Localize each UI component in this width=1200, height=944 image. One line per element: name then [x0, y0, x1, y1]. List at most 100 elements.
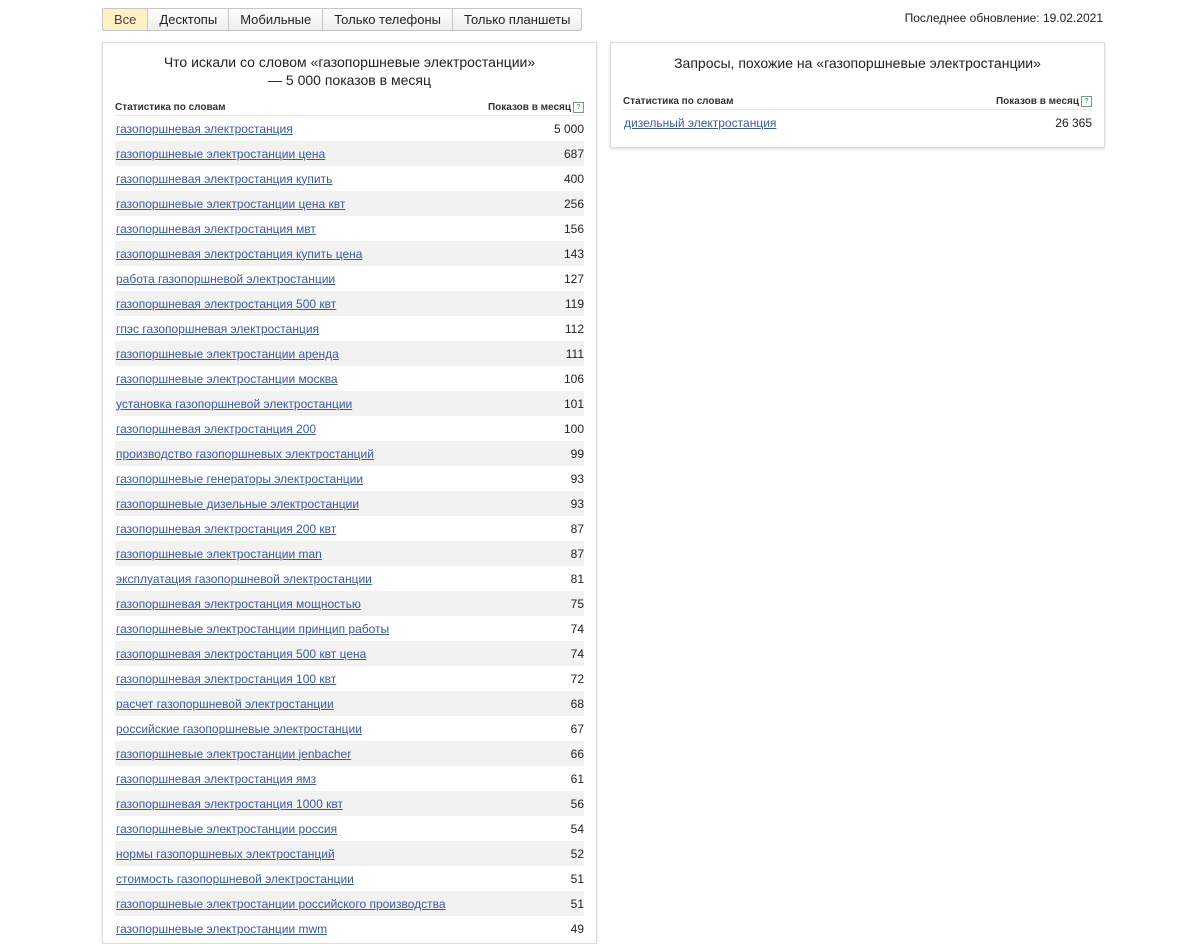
phrase-link[interactable]: газопоршневая электростанция ямз	[115, 772, 316, 786]
impressions-count: 26 365	[1055, 115, 1092, 130]
phrase-link[interactable]: газопоршневая электростанция	[115, 122, 293, 136]
phrase-link[interactable]: нормы газопоршневых электростанций	[115, 847, 335, 861]
impressions-count: 87	[570, 546, 584, 561]
table-row: газопоршневые электростанции москва 106	[115, 366, 584, 391]
phrase-link[interactable]: газопоршневые электростанции man	[115, 547, 322, 561]
question-icon[interactable]: ?	[1081, 95, 1092, 107]
impressions-count: 87	[570, 521, 584, 536]
similar-queries-rows: дизельный электростанция 26 365	[623, 110, 1092, 135]
col-count-header-wrap: Показов в месяц?	[995, 95, 1092, 107]
table-row: дизельный электростанция 26 365	[623, 110, 1092, 135]
phrase-link[interactable]: газопоршневая электростанция мвт	[115, 222, 316, 236]
table-row: стоимость газопоршневой электростанции 51	[115, 866, 584, 891]
impressions-count: 93	[570, 471, 584, 486]
col-count-header: Показов в месяц	[995, 95, 1079, 107]
phrase-link[interactable]: газопоршневые электростанции москва	[115, 372, 338, 386]
impressions-count: 400	[563, 171, 584, 186]
table-row: газопоршневые электростанции цена 687	[115, 141, 584, 166]
phrase-link[interactable]: эксплуатация газопоршневой электростанци…	[115, 572, 372, 586]
phrase-link[interactable]: установка газопоршневой электростанции	[115, 397, 352, 411]
col-count-header: Показов в месяц	[487, 101, 571, 113]
table-row: газопоршневая электростанция 200 100	[115, 416, 584, 441]
phrase-stats-rows: газопоршневая электростанция 5 000 газопор…	[115, 116, 584, 941]
impressions-count: 106	[563, 371, 584, 386]
phrase-link[interactable]: газопоршневая электростанция 500 квт цен…	[115, 647, 366, 661]
impressions-count: 156	[563, 221, 584, 236]
table-row: установка газопоршневой электростанции 10…	[115, 391, 584, 416]
impressions-count: 5 000	[553, 121, 584, 136]
table-row: газопоршневая электростанция купить цена…	[115, 241, 584, 266]
phrase-link[interactable]: газопоршневая электростанция 100 квт	[115, 672, 336, 686]
table-row: газопоршневые генераторы электростанции 9…	[115, 466, 584, 491]
impressions-count: 74	[570, 621, 584, 636]
phrase-link[interactable]: работа газопоршневой электростанции	[115, 272, 335, 286]
col-phrase-header: Статистика по словам	[623, 95, 734, 107]
phrase-link[interactable]: дизельный электростанция	[623, 116, 776, 130]
impressions-count: 81	[570, 571, 584, 586]
question-icon[interactable]: ?	[573, 101, 584, 113]
table-row: газопоршневая электростанция 500 квт 119	[115, 291, 584, 316]
phrase-link[interactable]: газопоршневые генераторы электростанции	[115, 472, 363, 486]
table-row: газопоршневые электростанции аренда 111	[115, 341, 584, 366]
phrase-link[interactable]: газопоршневые электростанции jenbacher	[115, 747, 351, 761]
phrase-link[interactable]: газопоршневые дизельные электростанции	[115, 497, 359, 511]
tab-1[interactable]: Десктопы	[148, 9, 230, 30]
impressions-count: 68	[570, 696, 584, 711]
phrase-link[interactable]: российские газопоршневые электростанции	[115, 722, 362, 736]
table-row: газопоршневые электростанции цена квт 256	[115, 191, 584, 216]
impressions-count: 100	[563, 421, 584, 436]
phrase-link[interactable]: газопоршневые электростанции принцип раб…	[115, 622, 389, 636]
impressions-count: 66	[570, 746, 584, 761]
impressions-count: 119	[564, 296, 584, 311]
tab-2[interactable]: Мобильные	[229, 9, 324, 30]
table-row: газопоршневая электростанция 100 квт 72	[115, 666, 584, 691]
phrase-link[interactable]: газопоршневая электростанция купить	[115, 172, 332, 186]
table-row: газопоршневые электростанции принцип раб…	[115, 616, 584, 641]
col-count-header-wrap: Показов в месяц?	[487, 101, 584, 113]
table-row: газопоршневая электростанция 5 000	[115, 116, 584, 141]
impressions-count: 74	[570, 646, 584, 661]
phrase-link[interactable]: газопоршневые электростанции россия	[115, 822, 337, 836]
phrase-link[interactable]: газопоршневые электростанции аренда	[115, 347, 339, 361]
table-row: газопоршневые электростанции jenbacher 66	[115, 741, 584, 766]
device-tabs: Все Десктопы Мобильные Только телефоны Тольк…	[102, 8, 583, 31]
phrase-link[interactable]: газопоршневая электростанция 1000 квт	[115, 797, 343, 811]
tab-0[interactable]: Все	[103, 9, 149, 30]
table-row: эксплуатация газопоршневой электростанци…	[115, 566, 584, 591]
phrase-link[interactable]: газопоршневая электростанция 500 квт	[115, 297, 336, 311]
phrase-link[interactable]: стоимость газопоршневой электростанции	[115, 872, 354, 886]
table-row: газопоршневая электростанция мощностью 75	[115, 591, 584, 616]
table-row: работа газопоршневой электростанции 127	[115, 266, 584, 291]
phrase-link[interactable]: газопоршневые электростанции российского…	[115, 897, 446, 911]
table-row: газопоршневая электростанция 500 квт цен…	[115, 641, 584, 666]
phrase-link[interactable]: газопоршневая электростанция 200 квт	[115, 522, 336, 536]
table-row: российские газопоршневые электростанции 6…	[115, 716, 584, 741]
table-row: газопоршневые электростанции российского…	[115, 891, 584, 916]
tab-4[interactable]: Только планшеты	[453, 9, 582, 30]
impressions-count: 101	[563, 396, 584, 411]
phrase-link[interactable]: газопоршневые электростанции цена	[115, 147, 325, 161]
similar-queries-panel: Запросы, похожие на «газопоршневые элект…	[610, 42, 1105, 148]
phrase-link[interactable]: газопоршневая электростанция 200	[115, 422, 316, 436]
table-row: газопоршневая электростанция купить 400	[115, 166, 584, 191]
table-row: газопоршневые электростанции man 87	[115, 541, 584, 566]
col-phrase-header: Статистика по словам	[115, 101, 226, 113]
table-row: газопоршневая электростанция 1000 квт 56	[115, 791, 584, 816]
phrase-link[interactable]: производство газопоршневых электростанци…	[115, 447, 374, 461]
impressions-count: 67	[570, 721, 584, 736]
impressions-count: 127	[563, 271, 584, 286]
impressions-count: 61	[570, 771, 584, 786]
impressions-count: 687	[563, 146, 584, 161]
phrase-link[interactable]: гпэс газопоршневая электростанция	[115, 322, 319, 336]
phrase-link[interactable]: газопоршневые электростанции mwm	[115, 922, 327, 936]
table-row: газопоршневые электростанции mwm 49	[115, 916, 584, 941]
table-row: расчет газопоршневой электростанции 68	[115, 691, 584, 716]
phrase-link[interactable]: расчет газопоршневой электростанции	[115, 697, 334, 711]
impressions-count: 51	[570, 871, 584, 886]
phrase-link[interactable]: газопоршневая электростанция купить цена	[115, 247, 362, 261]
similar-queries-header: Статистика по словам Показов в месяц?	[623, 93, 1092, 110]
phrase-link[interactable]: газопоршневые электростанции цена квт	[115, 197, 345, 211]
similar-queries-title: Запросы, похожие на «газопоршневые элект…	[674, 55, 1041, 71]
tab-3[interactable]: Только телефоны	[323, 9, 454, 30]
phrase-link[interactable]: газопоршневая электростанция мощностью	[115, 597, 361, 611]
